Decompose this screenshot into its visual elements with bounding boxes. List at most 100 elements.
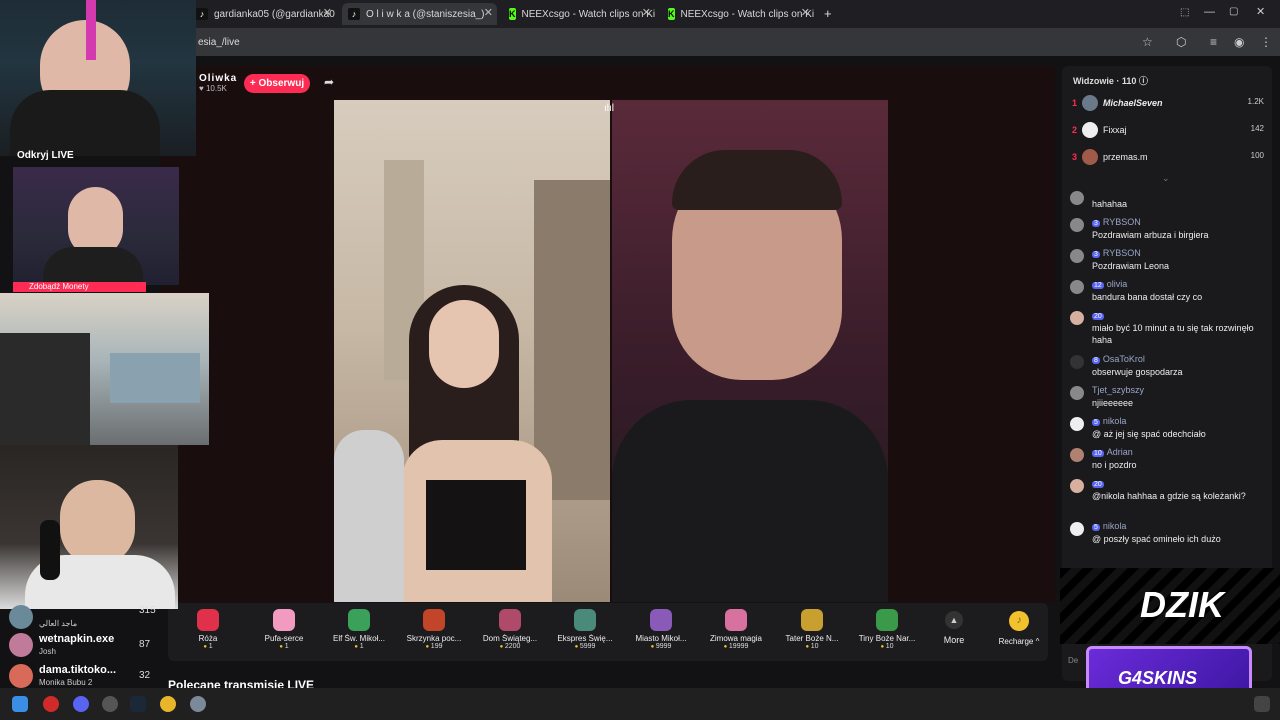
gift-item[interactable]: Dom Świąteg...2200 xyxy=(474,607,546,650)
neon-light xyxy=(86,0,96,60)
follow-button[interactable]: + Obserwuj xyxy=(244,74,310,93)
discord-icon[interactable] xyxy=(73,696,89,712)
settings-gear-icon[interactable] xyxy=(190,696,206,712)
recharge-button[interactable]: ♪ Recharge ^ xyxy=(994,611,1044,646)
chat-username[interactable]: RYBSON xyxy=(1103,248,1141,258)
gift-item[interactable]: Zimowa magia19999 xyxy=(700,607,772,650)
new-tab-button[interactable]: + xyxy=(824,6,832,21)
avatar xyxy=(1070,386,1084,400)
maximize-icon[interactable]: ▢ xyxy=(1229,6,1238,17)
viewer-count: 315 xyxy=(139,605,156,616)
audio-bars-icon[interactable]: ılıl xyxy=(604,103,614,114)
top-viewer-row[interactable]: 3 przemas.m 100 xyxy=(1072,149,1266,169)
santa-city-icon xyxy=(650,609,672,631)
chat-username[interactable]: olivia xyxy=(1107,279,1128,289)
more-label: More xyxy=(943,635,965,645)
close-window-icon[interactable]: ✕ xyxy=(1256,5,1265,18)
gift-price: 10 xyxy=(851,643,923,650)
close-icon[interactable]: ✕ xyxy=(801,6,810,19)
person-shirt xyxy=(612,400,888,602)
opera-icon[interactable] xyxy=(43,696,59,712)
gift-item[interactable]: Skrzynka poc...199 xyxy=(398,607,470,650)
browser-tab-active[interactable]: ♪ O l i w k a (@staniszesia_) ✕ xyxy=(342,3,497,25)
bookmark-star-icon[interactable]: ☆ xyxy=(1142,35,1153,49)
chat-username[interactable]: Tjet_szybszy xyxy=(1092,385,1144,395)
webcam-4 xyxy=(0,445,178,609)
avatar xyxy=(1082,122,1098,138)
gift-name: Róża xyxy=(198,634,218,643)
profile-icon[interactable]: ◉ xyxy=(1234,35,1244,49)
recharge-label: Recharge ^ xyxy=(998,637,1040,646)
gift-price: 1 xyxy=(323,643,395,650)
live-item-name: wetnapkin.exe xyxy=(39,633,115,645)
live-list-item[interactable]: wetnapkin.exe Josh 87 xyxy=(9,631,159,659)
chat-text: njiieeeeee xyxy=(1092,398,1134,408)
close-icon[interactable]: ✕ xyxy=(323,6,332,19)
gift-bar: Róża1 Pufa-serce1 Elf Św. Mikoł...1 Skrz… xyxy=(168,603,1048,661)
minimize-icon[interactable]: — xyxy=(1204,6,1215,18)
gift-item[interactable]: Miasto Mikoł...9999 xyxy=(625,607,697,650)
host-name[interactable]: Oliwka xyxy=(199,73,237,84)
viewer-count: 32 xyxy=(139,670,151,681)
gift-item[interactable]: Elf Św. Mikoł...1 xyxy=(323,607,395,650)
chat-input[interactable]: De xyxy=(1068,648,1088,674)
chat-username[interactable]: RYBSON xyxy=(1103,217,1141,227)
level-badge: 8 xyxy=(1092,357,1100,364)
gift-item[interactable]: Tater Boże N...10 xyxy=(776,607,848,650)
viewers-title: Widzowie · 110 ⓘ xyxy=(1073,76,1148,86)
browser-tab[interactable]: ♪ gardianka05 (@gardianka0 ✕ xyxy=(196,3,336,25)
tray-icon[interactable] xyxy=(1254,696,1270,712)
gift-name: Ekspres Świę... xyxy=(557,634,613,643)
video-guest-right[interactable] xyxy=(612,100,888,602)
close-icon[interactable]: ✕ xyxy=(642,6,651,19)
chat-text: @nikola hahhaa a gdzie są koleżanki? xyxy=(1092,491,1246,501)
top-viewer-row[interactable]: 2 Fixxaj 142 xyxy=(1072,122,1266,142)
extensions-icon[interactable]: ⬡ xyxy=(1176,35,1186,49)
tab-search-icon[interactable]: ⬚ xyxy=(1180,7,1189,18)
chat-username[interactable]: Adrian xyxy=(1107,447,1133,457)
chat-text: hahahaa xyxy=(1092,199,1128,209)
gift-item[interactable]: Róża1 xyxy=(172,607,244,650)
url-text[interactable]: esia_/live xyxy=(198,37,240,48)
more-gifts-button[interactable]: ▲ More xyxy=(932,611,976,645)
chevron-up-icon: ▲ xyxy=(945,611,963,629)
steam-icon[interactable] xyxy=(130,696,146,712)
browser-tab[interactable]: K NEEXcsgo - Watch clips on Kick ✕ xyxy=(503,3,655,25)
get-coins-bar[interactable]: Zdobądź Monety xyxy=(13,282,146,292)
avatar xyxy=(1070,191,1084,205)
discover-live-label[interactable]: Odkryj LIVE xyxy=(17,150,74,161)
chat-username[interactable]: nikola xyxy=(1103,416,1127,426)
menu-dots-icon[interactable]: ⋮ xyxy=(1260,35,1272,49)
obs-icon[interactable] xyxy=(102,696,118,712)
coin-icon: ♪ xyxy=(1009,611,1029,631)
avatar xyxy=(9,605,33,629)
gift-item[interactable]: Ekspres Świę...5999 xyxy=(549,607,621,650)
person-silhouette xyxy=(0,333,90,445)
gift-item[interactable]: Tiny Boże Nar...10 xyxy=(851,607,923,650)
tab-label: O l i w k a (@staniszesia_) xyxy=(366,8,485,20)
cabinet xyxy=(534,180,610,500)
avatar xyxy=(1070,280,1084,294)
gift-item[interactable]: Pufa-serce1 xyxy=(248,607,320,650)
chat-username[interactable]: nikola xyxy=(1103,521,1127,531)
live-list-item[interactable]: dama.tiktoko... Monika Bubu 2 32 xyxy=(9,662,159,690)
rank-number: 3 xyxy=(1072,152,1078,162)
avatar xyxy=(1070,311,1084,325)
top-viewer-row[interactable]: 1 MichaelSeven 1.2K xyxy=(1072,95,1266,115)
person-top xyxy=(426,480,526,570)
chat-text: obserwuje gospodarza xyxy=(1092,367,1183,377)
kick-icon: K xyxy=(509,8,516,20)
media-control-icon[interactable]: ≡ xyxy=(1210,35,1217,49)
gift-name: Tiny Boże Nar... xyxy=(858,634,916,643)
close-icon[interactable]: ✕ xyxy=(484,6,493,19)
video-host-left[interactable] xyxy=(334,100,610,602)
browser-tab[interactable]: K NEEXcsgo - Watch clips on Kick ✕ xyxy=(662,3,814,25)
live-list-item[interactable]: ماجد العالي 315 xyxy=(9,603,159,631)
windows-start-icon[interactable] xyxy=(12,696,28,712)
chat-username[interactable]: OsaToKrol xyxy=(1103,354,1145,364)
chevron-down-icon[interactable]: ⌄ xyxy=(1162,173,1170,184)
level-badge: 12 xyxy=(1092,282,1104,289)
share-icon[interactable]: ➦ xyxy=(324,75,334,89)
chrome-icon[interactable] xyxy=(160,696,176,712)
tab-label: NEEXcsgo - Watch clips on Kick xyxy=(680,8,815,20)
